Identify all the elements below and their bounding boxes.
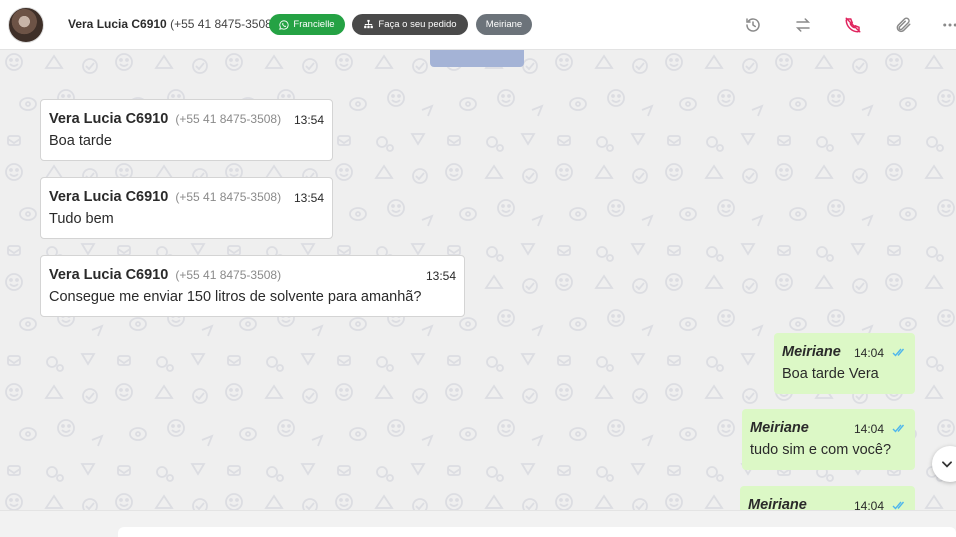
message-input[interactable] <box>118 527 956 537</box>
chat-header: Vera Lucia C6910 (+55 41 8475-3508) Fran… <box>0 0 956 50</box>
message-sender: Vera Lucia C6910 (+55 41 8475-3508) <box>49 189 281 205</box>
transfer-icon <box>795 18 811 32</box>
whatsapp-icon <box>279 19 289 30</box>
message-sender: Meiriane <box>782 344 841 360</box>
incoming-message[interactable]: Vera Lucia C6910 (+55 41 8475-3508) 13:5… <box>40 255 465 317</box>
message-text: Consegue me enviar 150 litros de solvent… <box>49 289 422 305</box>
more-button[interactable] <box>938 13 956 37</box>
message-text: Boa tarde <box>49 133 112 149</box>
contact-name: Vera Lucia C6910 <box>68 17 167 31</box>
end-call-button[interactable] <box>841 13 865 37</box>
message-sender: Meiriane <box>748 497 807 510</box>
message-text: tudo sim e com você? <box>750 442 892 458</box>
transfer-button[interactable] <box>791 13 815 37</box>
contact-phone: (+55 41 8475-3508) <box>170 17 276 31</box>
message-sender: Meiriane <box>750 420 809 436</box>
message-text: Boa tarde Vera <box>782 366 879 382</box>
chevron-down-icon <box>942 461 952 468</box>
composer-area <box>0 510 956 537</box>
assigned-user-tag[interactable]: Meiriane <box>476 14 532 35</box>
contact-avatar[interactable] <box>8 7 44 43</box>
message-time: 13:54 <box>425 269 456 283</box>
message-time: 14:04 <box>854 346 885 360</box>
message-time: 13:54 <box>293 113 324 127</box>
user-tag-label: Meiriane <box>485 19 523 30</box>
message-time: 14:04 <box>854 422 885 436</box>
read-check-icon <box>892 501 905 510</box>
end-call-icon <box>845 17 861 33</box>
outgoing-message[interactable]: Meiriane 14:04 <box>740 486 915 510</box>
history-icon <box>746 18 760 32</box>
read-check-icon <box>892 424 905 433</box>
incoming-message[interactable]: Vera Lucia C6910 (+55 41 8475-3508) 13:5… <box>40 99 333 161</box>
message-sender: Vera Lucia C6910 (+55 41 8475-3508) <box>49 111 281 127</box>
sender-phone: (+55 41 8475-3508) <box>175 112 282 126</box>
message-area[interactable]: Vera Lucia C6910 (+55 41 8475-3508) 13:5… <box>0 50 956 510</box>
message-text: Tudo bem <box>49 211 114 227</box>
message-time: 13:54 <box>293 191 324 205</box>
sender-phone: (+55 41 8475-3508) <box>175 268 282 282</box>
sender-name: Vera Lucia C6910 <box>49 111 169 127</box>
read-check-icon <box>892 348 905 357</box>
whatsapp-channel-tag[interactable]: Francielle <box>269 14 345 35</box>
sender-name: Vera Lucia C6910 <box>49 267 169 283</box>
more-icon <box>943 23 956 27</box>
contact-info: Vera Lucia C6910 (+55 41 8475-3508) <box>68 17 276 31</box>
sender-name: Vera Lucia C6910 <box>49 189 169 205</box>
previous-message-stub <box>430 50 524 67</box>
attach-icon <box>896 17 911 33</box>
outgoing-message[interactable]: Meiriane 14:04 Boa tarde Vera <box>774 333 915 394</box>
order-flow-tag[interactable]: Faça o seu pedido <box>352 14 468 35</box>
flow-icon <box>364 19 374 29</box>
history-button[interactable] <box>741 13 765 37</box>
outgoing-message[interactable]: Meiriane 14:04 tudo sim e com você? <box>742 409 915 470</box>
whatsapp-tag-label: Francielle <box>293 19 335 30</box>
message-sender: Vera Lucia C6910 (+55 41 8475-3508) <box>49 267 281 283</box>
sender-phone: (+55 41 8475-3508) <box>175 190 282 204</box>
incoming-message[interactable]: Vera Lucia C6910 (+55 41 8475-3508) 13:5… <box>40 177 333 239</box>
message-time: 14:04 <box>854 499 885 510</box>
attach-button[interactable] <box>891 13 915 37</box>
order-tag-label: Faça o seu pedido <box>378 19 457 30</box>
